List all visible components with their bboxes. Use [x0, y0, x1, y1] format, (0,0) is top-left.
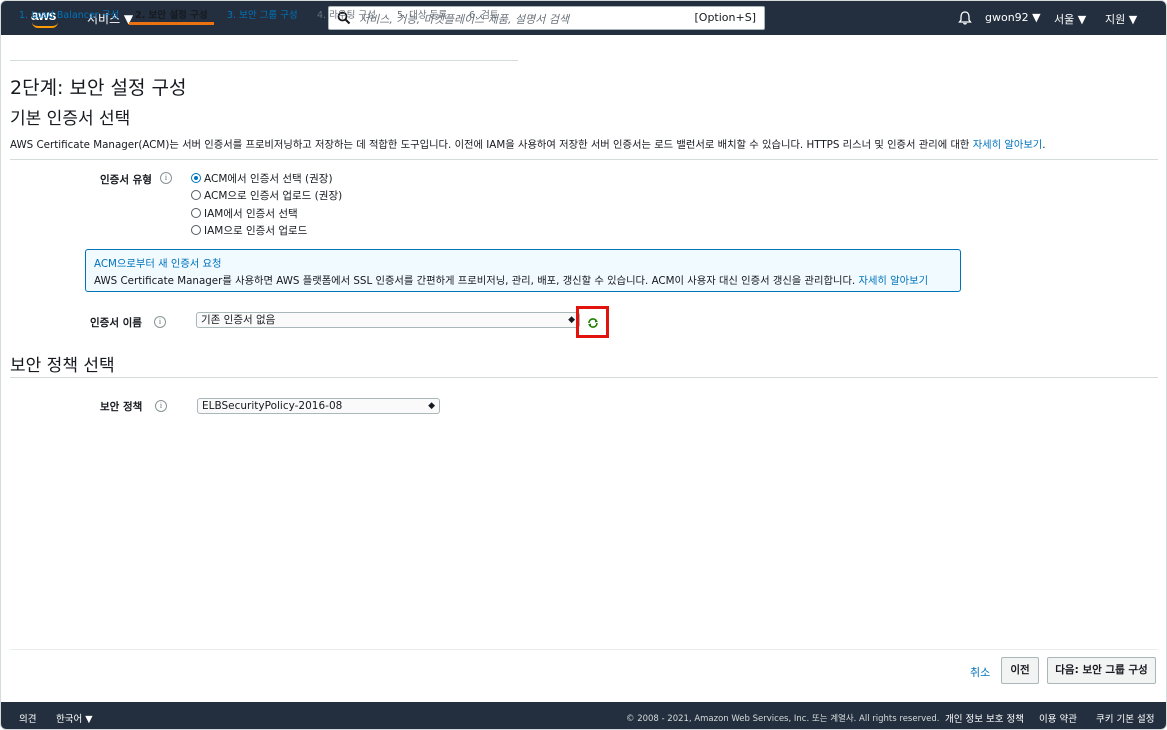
language-menu[interactable]: 한국어 ▼	[56, 711, 93, 725]
bottom-bar: 의견 한국어 ▼ © 2008 - 2021, Amazon Web Servi…	[1, 702, 1166, 729]
cert-name-value: 기존 인증서 없음	[201, 314, 276, 326]
privacy-link[interactable]: 개인 정보 보호 정책	[945, 711, 1024, 725]
tabs-divider	[10, 60, 518, 61]
bell-icon[interactable]	[957, 10, 973, 26]
info-box-body: AWS Certificate Manager를 사용하면 AWS 플랫폼에서 …	[94, 272, 928, 287]
radio-acm-upload[interactable]: ACM으로 인증서 업로드 (권장)	[191, 188, 342, 203]
cert-name-label: 인증서 이름	[90, 317, 142, 329]
cert-section-description: AWS Certificate Manager(ACM)는 서버 인증서를 프로…	[10, 136, 1046, 151]
tab-security-settings[interactable]: 2. 보안 설정 구성	[129, 1, 214, 25]
request-cert-link[interactable]: ACM으로부터 새 인증서 요청	[94, 255, 222, 270]
radio-iam-select[interactable]: IAM에서 인증서 선택	[191, 206, 298, 221]
refresh-icon[interactable]	[587, 317, 599, 329]
acm-info-box: ACM으로부터 새 인증서 요청 AWS Certificate Manager…	[85, 249, 961, 292]
search-placeholder: 서비스, 기능, 마켓플레이스 제품, 설명서 검색	[359, 13, 570, 26]
info-icon[interactable]: i	[155, 400, 167, 412]
search-shortcut: [Option+S]	[694, 11, 757, 24]
description-text: AWS Certificate Manager(ACM)는 서버 인증서를 프로…	[10, 139, 973, 151]
radio-selected-icon	[191, 173, 201, 183]
tab-review: 6. 검토	[469, 10, 499, 21]
cert-section-title: 기본 인증서 선택	[10, 109, 131, 129]
learn-more-link[interactable]: 자세히 알아보기	[973, 139, 1043, 151]
app-window: aws 서비스 ▼ 서비스, 기능, 마켓플레이스 제품, 설명서 검색 [Op…	[0, 0, 1167, 730]
region-menu[interactable]: 서울 ▼	[1054, 11, 1086, 27]
tab-routing: 4. 라우팅 구성	[317, 10, 376, 21]
previous-button[interactable]: 이전	[1001, 657, 1039, 684]
copyright-text: © 2008 - 2021, Amazon Web Services, Inc.…	[626, 714, 940, 724]
page-title: 2단계: 보안 설정 구성	[10, 77, 187, 99]
radio-icon	[191, 208, 201, 218]
cert-name-select[interactable]: 기존 인증서 없음 ◆	[196, 312, 580, 328]
tab-load-balancer[interactable]: 1. Load Balancer 구성	[19, 1, 119, 25]
policy-value: ELBSecurityPolicy-2016-08	[202, 400, 343, 412]
tab-security-group[interactable]: 3. 보안 그룹 구성	[227, 1, 298, 25]
radio-label: IAM으로 인증서 업로드	[204, 225, 308, 237]
info-box-text: AWS Certificate Manager를 사용하면 AWS 플랫폼에서 …	[94, 275, 859, 287]
info-icon[interactable]: i	[154, 316, 166, 328]
radio-label: IAM에서 인증서 선택	[204, 208, 298, 220]
select-arrow-icon: ◆	[428, 401, 435, 411]
info-learn-more-link[interactable]: 자세히 알아보기	[858, 275, 928, 287]
cert-type-label: 인증서 유형	[100, 174, 152, 186]
search-input[interactable]: 서비스, 기능, 마켓플레이스 제품, 설명서 검색 [Option+S]	[328, 6, 765, 30]
refresh-highlight	[576, 306, 609, 338]
radio-icon	[191, 190, 201, 200]
next-button[interactable]: 다음: 보안 그룹 구성	[1047, 657, 1156, 684]
section-divider	[10, 377, 1158, 378]
user-menu[interactable]: gwon92 ▼	[985, 11, 1041, 24]
security-policy-select[interactable]: ELBSecurityPolicy-2016-08 ◆	[197, 398, 440, 414]
select-arrow-icon: ◆	[568, 315, 575, 325]
section-divider	[10, 159, 1158, 160]
terms-link[interactable]: 이용 약관	[1039, 711, 1077, 725]
description-end: .	[1042, 139, 1046, 151]
info-icon[interactable]: i	[160, 172, 172, 184]
cancel-link[interactable]: 취소	[970, 664, 990, 680]
radio-acm-select[interactable]: ACM에서 인증서 선택 (권장)	[191, 171, 333, 186]
cookie-prefs-link[interactable]: 쿠키 기본 설정	[1096, 711, 1154, 725]
support-menu[interactable]: 지원 ▼	[1105, 11, 1137, 27]
policy-label: 보안 정책	[100, 401, 143, 413]
actions-divider	[10, 649, 1158, 650]
radio-iam-upload[interactable]: IAM으로 인증서 업로드	[191, 223, 307, 238]
tab-register-targets: 5. 대상 등록	[397, 10, 448, 21]
radio-icon	[191, 225, 201, 235]
policy-section-title: 보안 정책 선택	[10, 356, 115, 376]
radio-label: ACM으로 인증서 업로드 (권장)	[204, 190, 343, 202]
feedback-link[interactable]: 의견	[19, 711, 36, 725]
radio-label: ACM에서 인증서 선택 (권장)	[204, 173, 333, 185]
